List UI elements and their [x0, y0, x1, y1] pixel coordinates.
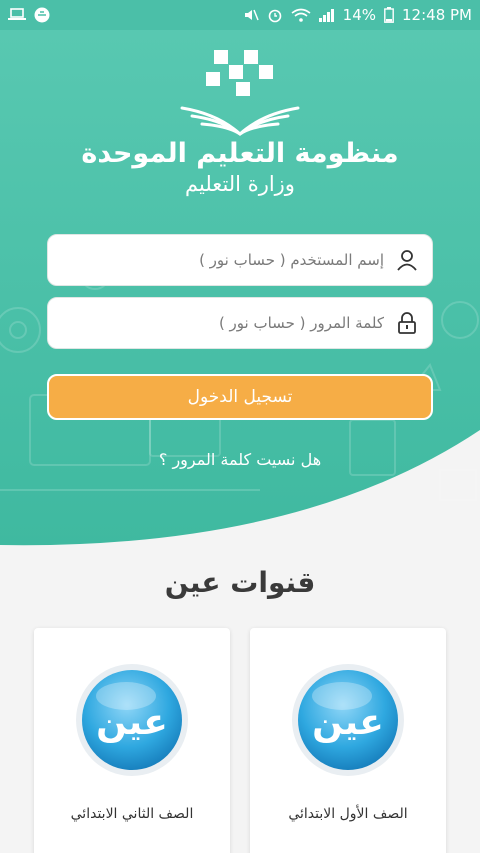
channels-title: قنوات عين: [164, 566, 316, 599]
battery-icon: [384, 7, 394, 23]
username-field[interactable]: [47, 234, 433, 286]
battery-percent: 14%: [342, 6, 377, 24]
channel-card-grade-1[interactable]: عين الصف الأول الابتدائي: [250, 628, 446, 853]
wifi-icon: [291, 8, 311, 23]
alarm-icon: [267, 7, 283, 23]
password-field[interactable]: [47, 297, 433, 349]
login-hero: منظومة التعليم الموحدة وزارة التعليم تسج…: [0, 30, 480, 560]
status-bar: 14% 12:48 PM: [0, 0, 480, 30]
signal-icon: [318, 8, 335, 22]
app-subtitle: وزارة التعليم: [185, 172, 295, 196]
password-input[interactable]: [60, 298, 384, 348]
channel-card-grade-2[interactable]: عين الصف الثاني الابتدائي: [34, 628, 230, 853]
mute-icon: [243, 7, 259, 23]
lock-icon: [394, 310, 420, 336]
app-notification-icon: [34, 7, 50, 23]
username-input[interactable]: [60, 235, 384, 285]
user-icon: [394, 247, 420, 273]
app-title: منظومة التعليم الموحدة: [81, 138, 399, 169]
ein-logo-text: عين: [312, 702, 384, 743]
status-right: 14% 12:48 PM: [243, 6, 472, 24]
ein-channel-logo: عين: [292, 664, 404, 776]
channel-label: الصف الأول الابتدائي: [288, 806, 408, 822]
status-left: [8, 7, 50, 23]
forgot-password-link[interactable]: هل نسيت كلمة المرور ؟: [0, 450, 480, 469]
channel-label: الصف الثاني الابتدائي: [70, 806, 194, 822]
ein-logo-text: عين: [96, 702, 168, 743]
ein-channel-logo: عين: [76, 664, 188, 776]
login-button[interactable]: تسجيل الدخول: [47, 374, 433, 420]
laptop-icon: [8, 8, 26, 22]
app-logo-icon: [180, 50, 300, 136]
clock-time: 12:48 PM: [402, 6, 472, 24]
